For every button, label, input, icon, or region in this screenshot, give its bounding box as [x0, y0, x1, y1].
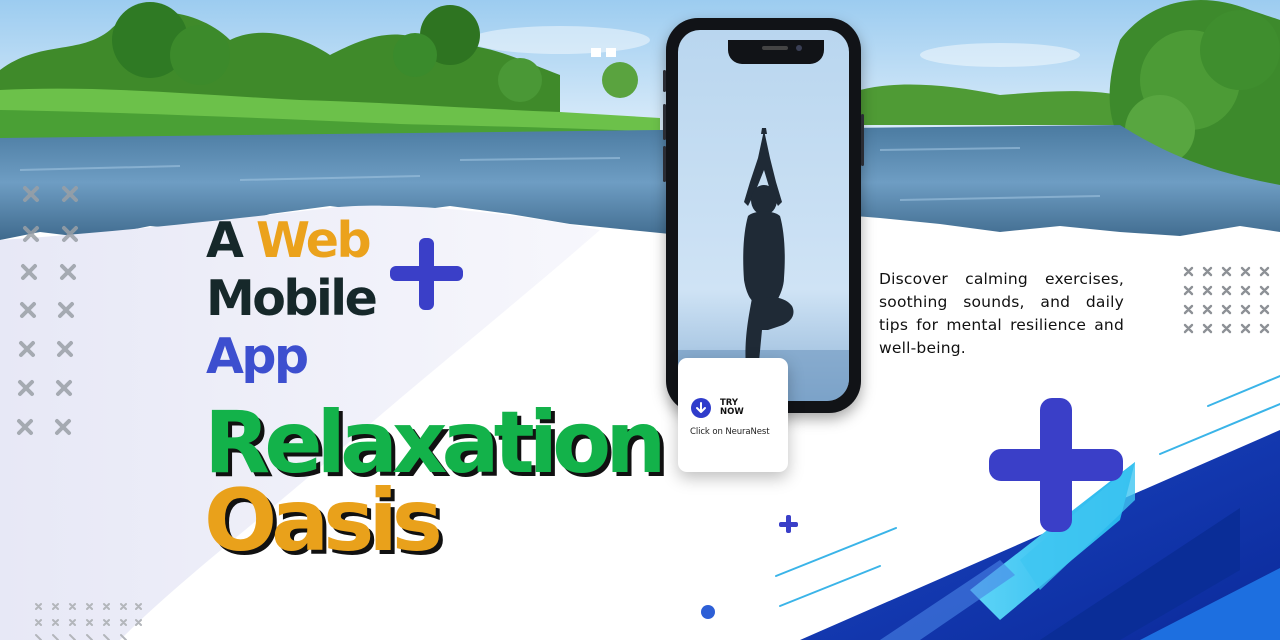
try-now-label: TRY NOW [720, 398, 744, 417]
download-icon [691, 398, 711, 418]
phone-mute-button [663, 70, 666, 92]
phone-power-button [861, 114, 864, 166]
phone-notch [728, 40, 824, 64]
title-oasis: Oasis [204, 471, 443, 571]
phone-volume-up-button [663, 104, 666, 140]
headline: A Web Mobile App [206, 212, 378, 386]
headline-word-a: A [206, 212, 244, 269]
yoga-pose-image [678, 30, 849, 401]
headline-word-app: App [206, 328, 309, 385]
description-text: Discover calming exercises, soothing sou… [879, 270, 1124, 357]
try-now-card[interactable]: TRY NOW Click on NeuraNest [678, 358, 788, 472]
headline-word-mobile: Mobile [206, 270, 378, 327]
phone-mockup [663, 18, 864, 413]
phone-screen [678, 30, 849, 401]
phone-volume-down-button [663, 146, 666, 182]
headline-word-web: Web [256, 212, 372, 269]
click-on-neuranest-text: Click on NeuraNest [690, 427, 770, 437]
